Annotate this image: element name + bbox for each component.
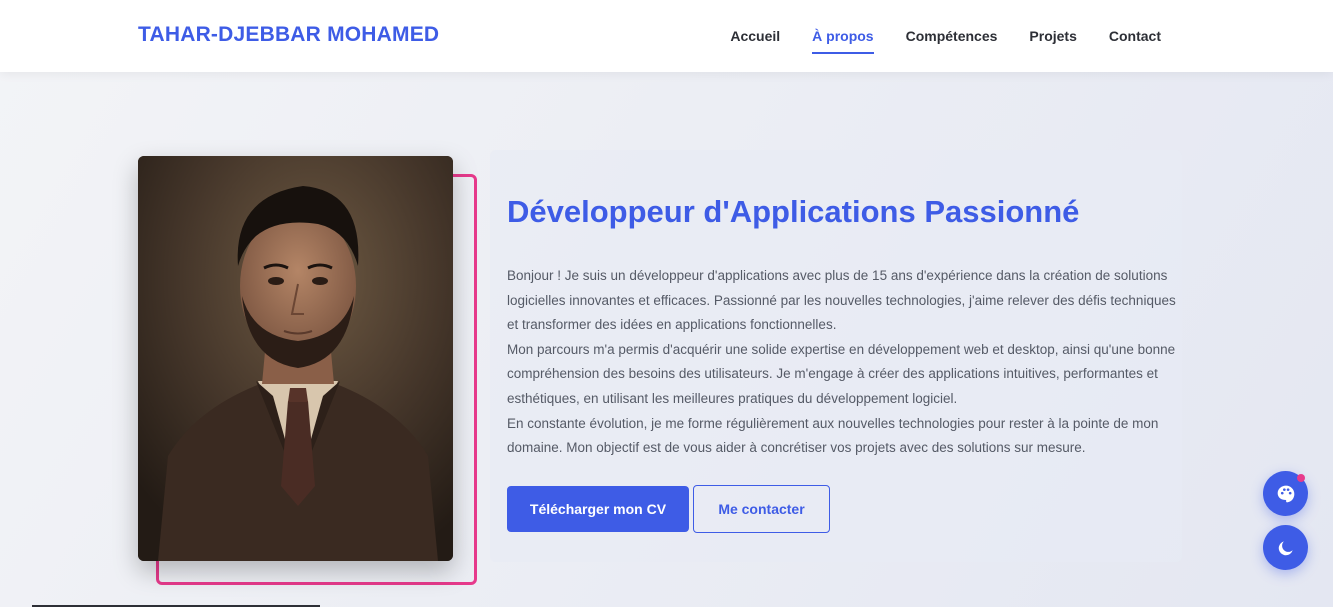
moon-icon — [1278, 540, 1293, 555]
contact-me-button[interactable]: Me contacter — [693, 485, 830, 533]
dark-mode-toggle[interactable] — [1263, 525, 1308, 570]
brand-logo[interactable]: TAHAR-DJEBBAR MOHAMED — [138, 23, 439, 47]
download-cv-button[interactable]: Télécharger mon CV — [507, 486, 689, 532]
site-header: TAHAR-DJEBBAR MOHAMED Accueil À propos C… — [0, 0, 1333, 72]
theme-picker-button[interactable] — [1263, 471, 1308, 516]
nav-contact[interactable]: Contact — [1093, 0, 1177, 72]
about-bio: Bonjour ! Je suis un développeur d'appli… — [507, 264, 1187, 461]
notification-dot — [1297, 474, 1305, 482]
bio-paragraph-2: Mon parcours m'a permis d'acquérir une s… — [507, 341, 1176, 406]
bio-paragraph-3: En constante évolution, je me forme régu… — [507, 415, 1159, 456]
palette-icon — [1277, 485, 1294, 502]
main-nav: Accueil À propos Compétences Projets Con… — [714, 0, 1177, 72]
bio-paragraph-1: Bonjour ! Je suis un développeur d'appli… — [507, 268, 1176, 333]
profile-photo — [138, 156, 453, 561]
nav-competences[interactable]: Compétences — [890, 0, 1014, 72]
nav-projets[interactable]: Projets — [1013, 0, 1092, 72]
nav-a-propos[interactable]: À propos — [796, 0, 889, 72]
portrait-illustration — [138, 156, 453, 561]
nav-accueil[interactable]: Accueil — [714, 0, 796, 72]
about-title: Développeur d'Applications Passionné — [507, 194, 1080, 229]
